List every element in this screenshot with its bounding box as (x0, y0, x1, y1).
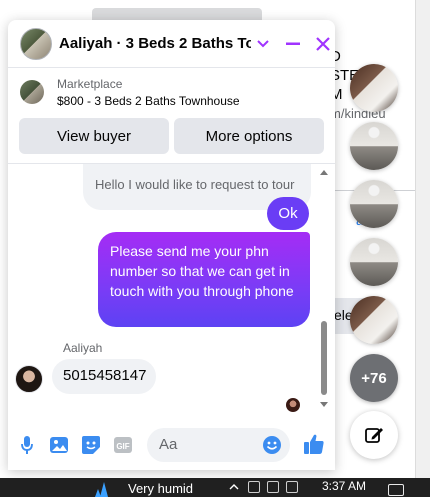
message-thread[interactable]: Hello I would like to request to tour Ok… (8, 163, 335, 413)
chat-head-avatar[interactable] (350, 238, 398, 286)
minimize-icon[interactable] (281, 32, 305, 56)
message-input-box[interactable] (147, 428, 290, 462)
message-composer: GIF (8, 420, 335, 470)
thread-scrollbar[interactable] (319, 166, 329, 410)
taskbar-clock[interactable]: 3:37 AM (322, 479, 366, 493)
chat-head-avatar[interactable] (350, 64, 398, 112)
photo-icon[interactable] (48, 434, 70, 456)
microphone-icon[interactable] (16, 434, 38, 456)
scrollbar-thumb[interactable] (321, 321, 327, 395)
scroll-down-arrow-icon[interactable] (320, 402, 328, 407)
listing-title: $800 - 3 Beds 2 Baths Townhouse (57, 93, 240, 108)
compose-icon (365, 428, 383, 443)
volume-icon[interactable] (286, 481, 298, 493)
sender-avatar[interactable] (15, 365, 43, 393)
message-input[interactable] (159, 436, 259, 453)
marketplace-listing[interactable]: Marketplace $800 - 3 Beds 2 Baths Townho… (8, 68, 335, 116)
marketplace-label: Marketplace (57, 76, 123, 91)
chat-head-avatar[interactable] (350, 180, 398, 228)
sender-name: Aaliyah (63, 341, 103, 355)
chat-head-avatar[interactable] (350, 122, 398, 170)
emoji-icon[interactable] (262, 435, 282, 455)
tray-chevron-up-icon[interactable] (229, 482, 239, 492)
seen-indicator-avatar (286, 398, 300, 412)
chat-title[interactable]: Aaliyah · 3 Beds 2 Baths To... (59, 35, 251, 52)
network-icon[interactable] (248, 481, 260, 493)
gif-icon[interactable]: GIF (112, 434, 134, 456)
more-options-button[interactable]: More options (174, 118, 324, 154)
notifications-icon[interactable] (388, 484, 404, 496)
page-scrollbar[interactable] (415, 0, 430, 478)
weather-icon[interactable] (94, 481, 114, 497)
thumbs-up-icon[interactable] (302, 432, 326, 456)
chat-head-avatar[interactable] (350, 296, 398, 344)
message-bubble-received: 5015458147 (52, 359, 156, 394)
chat-window: Aaliyah · 3 Beds 2 Baths To... Marketpla… (8, 20, 335, 470)
listing-actions: View buyer More options (19, 118, 324, 154)
listing-thumbnail (20, 80, 44, 104)
close-icon[interactable] (311, 32, 335, 56)
scroll-up-arrow-icon[interactable] (320, 170, 328, 175)
view-buyer-button[interactable]: View buyer (19, 118, 169, 154)
weather-text[interactable]: Very humid (128, 481, 193, 496)
chat-avatar[interactable] (20, 27, 52, 60)
taskbar: Very humid 3:37 AM (0, 478, 430, 497)
new-message-button[interactable] (350, 411, 398, 459)
chevron-down-icon[interactable] (251, 32, 275, 56)
sticker-icon[interactable] (80, 434, 102, 456)
system-tray (248, 481, 312, 495)
display-icon[interactable] (267, 481, 279, 493)
chat-header[interactable]: Aaliyah · 3 Beds 2 Baths To... (8, 20, 335, 68)
message-bubble-sent: Ok (267, 197, 309, 230)
message-bubble-sent: Please send me your phn number so that w… (98, 232, 310, 327)
more-chats-button[interactable]: +76 (350, 354, 398, 402)
svg-text:GIF: GIF (116, 442, 129, 451)
